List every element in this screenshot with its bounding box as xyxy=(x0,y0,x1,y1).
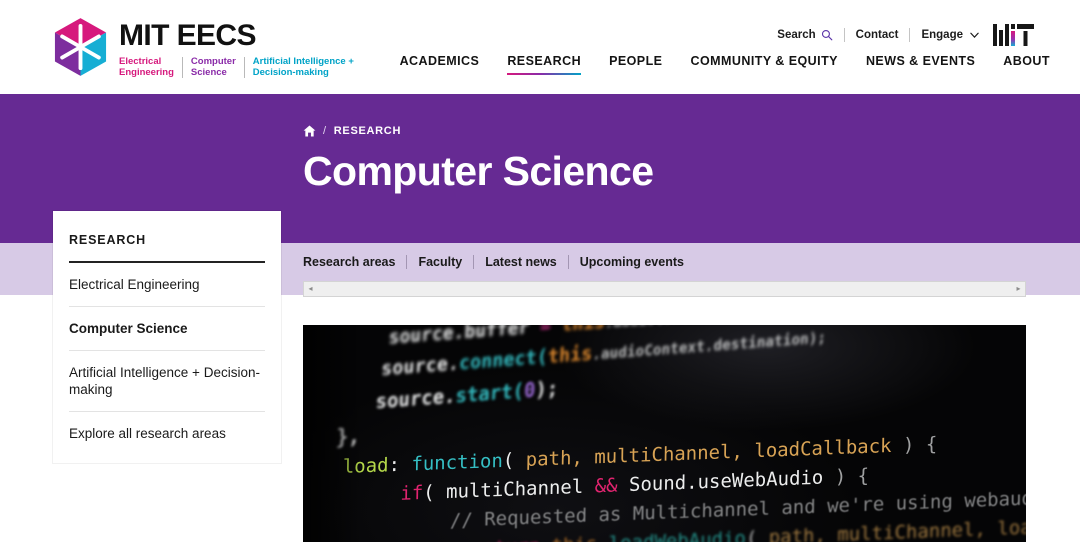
breadcrumb: / RESEARCH xyxy=(303,125,401,137)
logo-title: MIT EECS xyxy=(119,19,256,52)
nav-news-events[interactable]: NEWS & EVENTS xyxy=(852,54,989,75)
tab-research-areas[interactable]: Research areas xyxy=(303,255,408,269)
logo-dept-ee-line2: Engineering xyxy=(119,66,174,78)
nav-about[interactable]: ABOUT xyxy=(989,54,1050,75)
sidebar-item-explore-all[interactable]: Explore all research areas xyxy=(69,412,265,449)
sidebar-item-computer-science[interactable]: Computer Science xyxy=(69,307,265,351)
site-logo[interactable]: MIT EECS Electrical Engineering Computer… xyxy=(52,17,362,79)
utility-nav: Search Contact Engage xyxy=(766,24,1080,46)
engage-link[interactable]: Engage xyxy=(921,29,979,41)
sidebar: RESEARCH Electrical Engineering Computer… xyxy=(53,211,281,464)
page-root: MIT EECS Electrical Engineering Computer… xyxy=(0,0,1080,542)
chevron-down-icon xyxy=(970,32,979,38)
engage-label: Engage xyxy=(921,29,963,41)
contact-link[interactable]: Contact xyxy=(856,29,899,41)
horizontal-scrollbar[interactable]: ◂ ▸ xyxy=(303,281,1026,297)
utility-nav-engage[interactable]: Engage xyxy=(910,28,993,42)
eecs-hexagon-logo-icon xyxy=(54,18,107,76)
nav-research[interactable]: RESEARCH xyxy=(493,54,595,75)
site-header: MIT EECS Electrical Engineering Computer… xyxy=(0,0,1080,94)
logo-dept-ee: Electrical Engineering xyxy=(119,56,182,78)
home-icon[interactable] xyxy=(303,125,316,137)
logo-departments: Electrical Engineering Computer Science … xyxy=(119,56,362,79)
content-tabs: Research areas Faculty Latest news Upcom… xyxy=(303,255,684,269)
nav-people[interactable]: PEOPLE xyxy=(595,54,676,75)
sidebar-item-electrical-engineering[interactable]: Electrical Engineering xyxy=(69,263,265,307)
sidebar-item-ai-decision-making[interactable]: Artificial Intelligence + Decision-makin… xyxy=(69,351,265,413)
utility-nav-contact[interactable]: Contact xyxy=(845,28,911,42)
nav-academics[interactable]: ACADEMICS xyxy=(386,54,494,75)
tab-upcoming-events[interactable]: Upcoming events xyxy=(569,255,684,269)
mit-logo-icon[interactable] xyxy=(993,24,1034,46)
logo-dept-cs-line2: Science xyxy=(190,66,227,78)
search-icon xyxy=(821,29,833,41)
code-screenshot: source = this.audioContext.createBufferS… xyxy=(303,325,1026,542)
logo-dept-cs: Computer Science xyxy=(181,56,244,79)
search-link[interactable]: Search xyxy=(777,29,833,41)
tab-faculty[interactable]: Faculty xyxy=(407,255,475,269)
main-nav: ACADEMICS RESEARCH PEOPLE COMMUNITY & EQ… xyxy=(386,54,1050,75)
breadcrumb-separator: / xyxy=(323,125,327,137)
logo-dept-ai-line2: Decision-making xyxy=(252,66,329,78)
tab-latest-news[interactable]: Latest news xyxy=(474,255,569,269)
scroll-right-arrow-icon[interactable]: ▸ xyxy=(1012,282,1025,296)
utility-nav-search[interactable]: Search xyxy=(766,28,845,42)
logo-text-block: MIT EECS Electrical Engineering Computer… xyxy=(119,17,362,79)
page-title: Computer Science xyxy=(303,148,654,194)
sidebar-heading: RESEARCH xyxy=(69,233,265,263)
scroll-left-arrow-icon[interactable]: ◂ xyxy=(304,282,317,296)
nav-community-equity[interactable]: COMMUNITY & EQUITY xyxy=(676,54,851,75)
breadcrumb-current[interactable]: RESEARCH xyxy=(334,125,401,137)
logo-dept-ai: Artificial Intelligence + Decision-makin… xyxy=(243,56,362,79)
search-label: Search xyxy=(777,29,816,41)
